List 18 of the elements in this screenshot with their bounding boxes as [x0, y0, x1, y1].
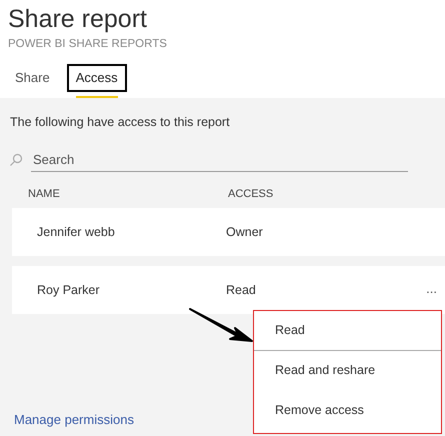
- table-cell-text: Jennifer webb: [36, 224, 116, 241]
- intro-text: The following have access to this report: [9, 114, 231, 130]
- menu-item[interactable]: Remove access: [254, 391, 441, 431]
- page-title: Share report: [8, 4, 148, 35]
- search-icon: [9, 153, 23, 167]
- column-header: ACCESS: [228, 186, 274, 202]
- arrow-drawing: [188, 306, 254, 344]
- column-header: NAME: [27, 186, 61, 202]
- search-field[interactable]: Search: [31, 148, 408, 172]
- page-subtitle: POWER BI SHARE REPORTS: [8, 37, 168, 52]
- menu-item[interactable]: Read: [254, 311, 441, 351]
- menu-item[interactable]: Read and reshare: [254, 351, 441, 391]
- table-cell-text: Roy Parker: [36, 282, 101, 299]
- more-button[interactable]: ...: [426, 282, 437, 296]
- tab[interactable]: Share: [8, 64, 57, 98]
- manage-permissions-link[interactable]: Manage permissions: [0, 410, 134, 430]
- table-cell-text: Owner: [226, 224, 263, 241]
- table-cell-text: Read: [226, 282, 256, 299]
